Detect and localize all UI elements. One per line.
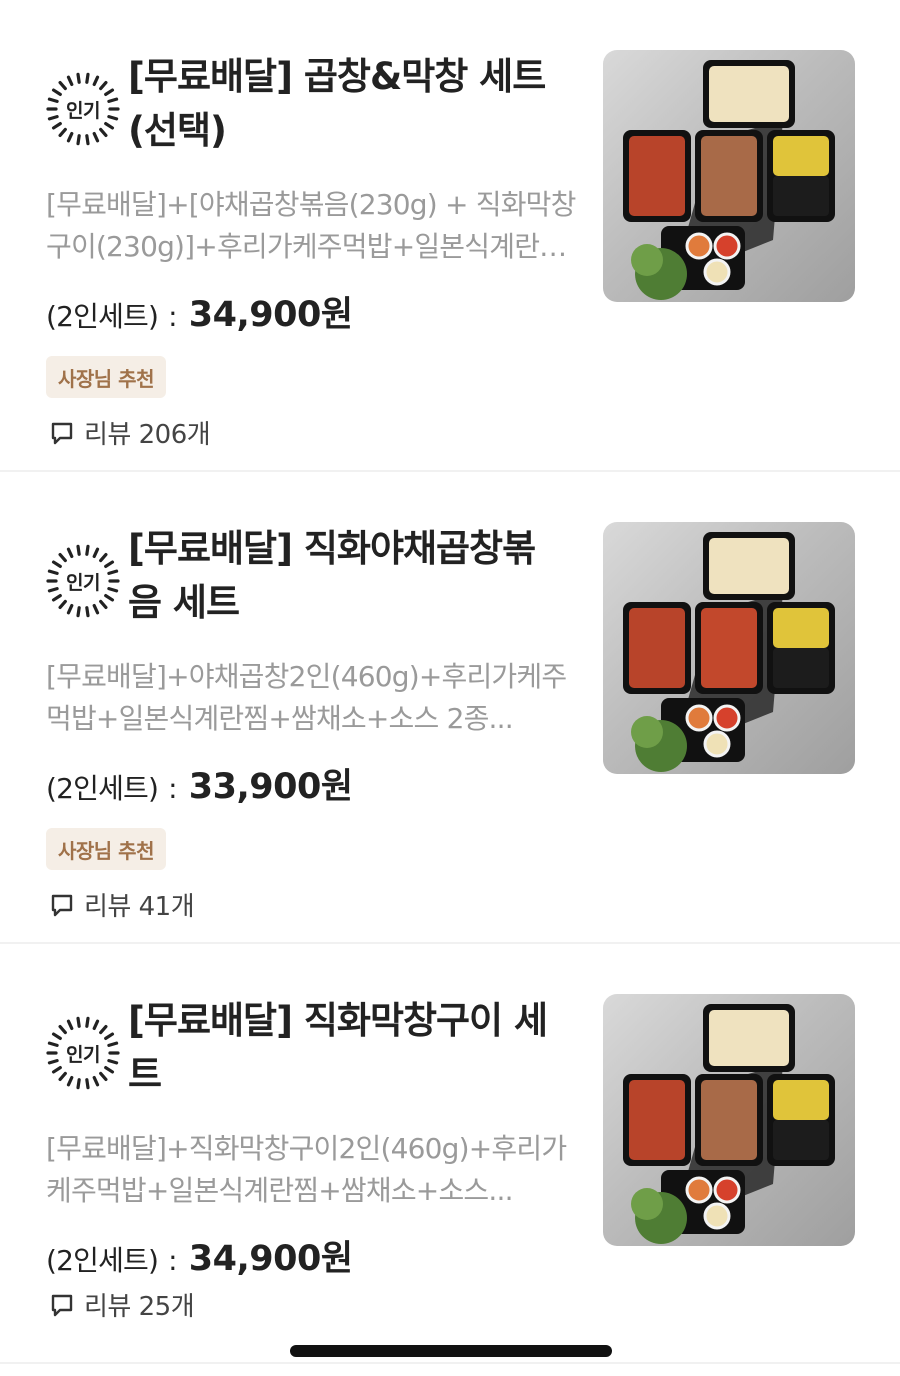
option-label: (2인세트)	[46, 1244, 159, 1277]
price: 34,900원	[188, 1239, 353, 1279]
review-count: 리뷰 206개	[48, 414, 211, 451]
review-label: 리뷰	[84, 1292, 131, 1322]
menu-title-line: 음 세트	[128, 581, 240, 624]
popular-badge-label: 인기	[66, 1043, 100, 1066]
review-label: 리뷰	[84, 892, 131, 922]
popular-badge-icon: 인기	[46, 544, 120, 618]
home-indicator[interactable]	[290, 1345, 612, 1357]
menu-title-line: 트	[128, 1053, 162, 1096]
menu-title: [무료배달] 곱창&막창 세트 (선택)	[128, 50, 578, 158]
review-number: 41개	[138, 892, 195, 922]
menu-title-line: [무료배달] 직화막창구이 세	[128, 999, 548, 1042]
option-label: (2인세트)	[46, 772, 159, 805]
price-row: (2인세트) : 34,900원	[46, 1230, 353, 1281]
menu-photo[interactable]	[603, 522, 855, 774]
menu-photo[interactable]	[603, 994, 855, 1246]
menu-item[interactable]: 인기 [무료배달] 직화막창구이 세 트 [무료배달]+직화막창구이2인(460…	[0, 944, 900, 1364]
price-separator: :	[168, 300, 177, 333]
price-separator: :	[168, 772, 177, 805]
price: 34,900원	[188, 295, 353, 335]
review-number: 206개	[138, 420, 211, 450]
option-label: (2인세트)	[46, 300, 159, 333]
price-row: (2인세트) : 33,900원	[46, 758, 353, 809]
owner-recommend-tag: 사장님 추천	[46, 828, 166, 870]
speech-bubble-icon	[48, 891, 76, 919]
menu-description: [무료배달]+직화막창구이2인(460g)+후리가케주먹밥+일본식계란찜+쌈채소…	[46, 1132, 567, 1207]
speech-bubble-icon	[48, 1291, 76, 1319]
popular-badge-icon: 인기	[46, 72, 120, 146]
menu-title: [무료배달] 직화막창구이 세 트	[128, 994, 578, 1102]
price-row: (2인세트) : 34,900원	[46, 286, 353, 337]
popular-badge-icon: 인기	[46, 1016, 120, 1090]
menu-title-line: [무료배달] 곱창&막창 세트	[128, 55, 546, 98]
popular-badge-label: 인기	[66, 571, 100, 594]
menu-item[interactable]: 인기 [무료배달] 직화야채곱창볶 음 세트 [무료배달]+야채곱창2인(460…	[0, 472, 900, 944]
review-count: 리뷰 41개	[48, 886, 195, 923]
menu-description: [무료배달]+야채곱창2인(460g)+후리가케주먹밥+일본식계란찜+쌈채소+소…	[46, 660, 567, 735]
review-number: 25개	[138, 1292, 195, 1322]
menu-title: [무료배달] 직화야채곱창볶 음 세트	[128, 522, 578, 630]
review-count: 리뷰 25개	[48, 1286, 195, 1323]
menu-title-line: (선택)	[128, 109, 227, 152]
price-separator: :	[168, 1244, 177, 1277]
speech-bubble-icon	[48, 419, 76, 447]
popular-badge-label: 인기	[66, 99, 100, 122]
price: 33,900원	[188, 767, 353, 807]
menu-photo[interactable]	[603, 50, 855, 302]
menu-title-line: [무료배달] 직화야채곱창볶	[128, 527, 536, 570]
menu-list: 인기 [무료배달] 곱창&막창 세트 (선택) [무료배달]+[야채곱창볶음(2…	[0, 0, 900, 1364]
menu-item[interactable]: 인기 [무료배달] 곱창&막창 세트 (선택) [무료배달]+[야채곱창볶음(2…	[0, 0, 900, 472]
owner-recommend-tag: 사장님 추천	[46, 356, 166, 398]
review-label: 리뷰	[84, 420, 131, 450]
menu-description: [무료배달]+[야채곱창볶음(230g) + 직화막창구이(230g)]+후리가…	[46, 188, 576, 263]
